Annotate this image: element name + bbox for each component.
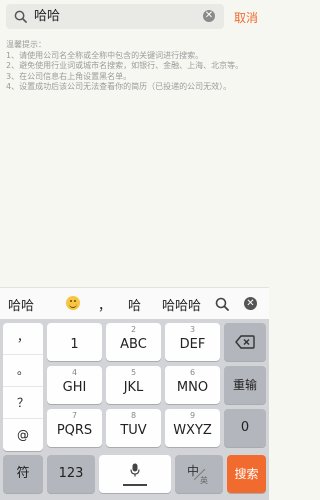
key-2-abc[interactable]: 2 ABC <box>106 323 161 361</box>
candidate-bar: 哈哈 ， 哈 哈哈哈 ✕ <box>0 287 269 319</box>
search-icon <box>14 10 27 23</box>
candidate-2[interactable]: ， <box>98 295 111 314</box>
keyboard: ， 。 ？ @ 1 2 ABC 3 DEF 4 GHI 5 JKL 6 MNO … <box>0 319 269 500</box>
tips-panel: 温馨提示： 1、请使用公司名全称或全称中包含的关键词进行搜索。 2、避免使用行业… <box>6 40 266 93</box>
search-box[interactable]: 哈哈 ✕ <box>6 4 224 29</box>
key-9-wxyz[interactable]: 9 WXYZ <box>165 409 220 447</box>
tips-line: 4、设置成功后该公司无法查看你的简历（已投递的公司无效）。 <box>6 82 232 91</box>
symbol-button[interactable]: 符 <box>3 455 43 493</box>
candidate-3[interactable]: 哈 <box>128 295 141 314</box>
key-6-mno[interactable]: 6 MNO <box>165 366 220 404</box>
key-5-jkl[interactable]: 5 JKL <box>106 366 161 404</box>
tips-title: 温馨提示： <box>6 40 46 49</box>
key-3-def[interactable]: 3 DEF <box>165 323 220 361</box>
space-bar-line <box>123 484 147 486</box>
emoji-icon[interactable] <box>66 296 80 310</box>
symbol-period[interactable]: 。 <box>3 355 43 387</box>
backspace-button[interactable] <box>224 323 266 361</box>
lang-sub-label: 英 <box>200 476 208 485</box>
number-button[interactable]: 123 <box>47 455 95 493</box>
symbol-list[interactable]: ， 。 ？ @ <box>3 323 43 451</box>
search-input[interactable]: 哈哈 <box>34 8 60 25</box>
key-0[interactable]: 0 <box>224 409 266 447</box>
language-switch-button[interactable]: 中 英 <box>175 455 223 493</box>
search-header: 哈哈 ✕ 取消 <box>0 0 269 34</box>
backspace-icon <box>235 335 255 349</box>
microphone-icon <box>130 463 140 477</box>
cancel-button[interactable]: 取消 <box>234 9 258 26</box>
space-button[interactable] <box>99 455 171 493</box>
close-icon[interactable]: ✕ <box>244 297 257 310</box>
symbol-question[interactable]: ？ <box>3 387 43 419</box>
candidate-1[interactable]: 哈哈 <box>8 295 34 314</box>
key-1[interactable]: 1 <box>47 323 102 361</box>
tips-line: 3、在公司信息右上角设置黑名单。 <box>6 71 132 81</box>
search-icon[interactable] <box>215 297 229 311</box>
tips-line: 2、避免使用行业词或城市名搜索，如银行、金融、上海、北京等。 <box>6 61 244 70</box>
clear-icon[interactable]: ✕ <box>203 10 215 22</box>
key-4-ghi[interactable]: 4 GHI <box>47 366 102 404</box>
symbol-comma[interactable]: ， <box>3 323 43 355</box>
key-7-pqrs[interactable]: 7 PQRS <box>47 409 102 447</box>
key-8-tuv[interactable]: 8 TUV <box>106 409 161 447</box>
reenter-button[interactable]: 重输 <box>224 366 266 404</box>
tips-line: 1、请使用公司名全称或全称中包含的关键词进行搜索。 <box>6 50 204 60</box>
candidate-4[interactable]: 哈哈哈 <box>162 295 201 314</box>
symbol-at[interactable]: @ <box>3 419 43 451</box>
search-button[interactable]: 搜索 <box>227 455 266 493</box>
